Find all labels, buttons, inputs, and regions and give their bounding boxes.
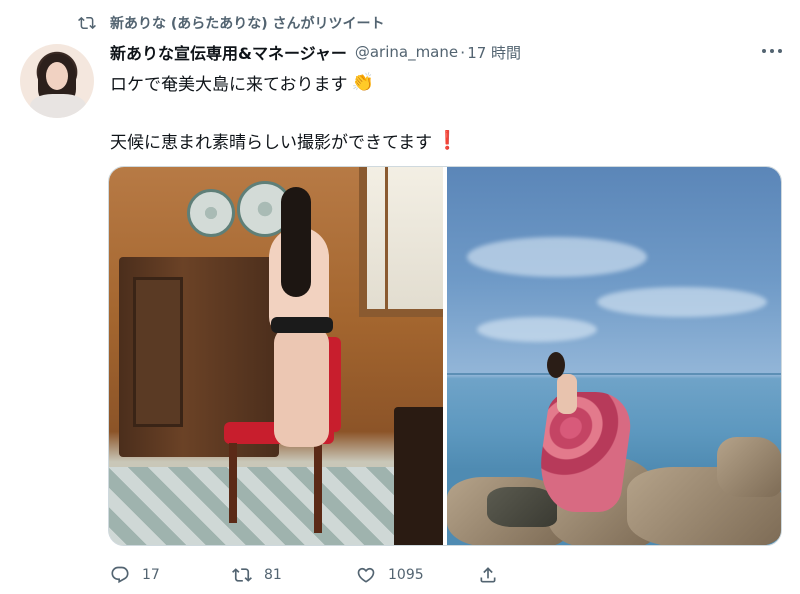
author-handle[interactable]: @arina_mane: [355, 43, 458, 61]
clapping-hands-icon: 👏: [351, 71, 374, 93]
tweet-text-2: 天候に恵まれ素晴らしい撮影ができてます: [110, 132, 433, 153]
like-count: 1095: [388, 567, 424, 583]
tweet-time[interactable]: 17 時間: [467, 42, 521, 63]
share-icon: [480, 567, 496, 583]
tweet-actions: 17 81 1095: [110, 562, 670, 588]
photo-2[interactable]: [447, 167, 781, 545]
retweet-button[interactable]: 81: [232, 565, 282, 585]
reply-button[interactable]: 17: [110, 565, 160, 585]
separator-dot: ·: [460, 42, 466, 62]
retweet-context[interactable]: 新ありな (あらたありな) さんがリツイート: [76, 12, 385, 34]
window-image: [359, 167, 443, 317]
woman-image: [533, 352, 636, 527]
avatar[interactable]: [20, 44, 94, 118]
fan-image: [187, 189, 235, 237]
like-button[interactable]: 1095: [356, 565, 424, 585]
media-grid: [108, 166, 782, 546]
table-image: [394, 407, 443, 545]
retweet-label: 新ありな (あらたありな) さんがリツイート: [110, 16, 385, 32]
tweet-text-line-1: ロケで奄美大島に来ております 👏: [110, 70, 374, 95]
heart-icon: [357, 567, 375, 583]
retweet-count: 81: [264, 567, 282, 583]
checkered-floor: [109, 467, 443, 545]
share-button[interactable]: [478, 565, 510, 585]
reply-count: 17: [142, 567, 160, 583]
tweet-header: 新ありな宣伝専用&マネージャー @arina_mane · 17 時間: [110, 40, 521, 64]
author-name[interactable]: 新ありな宣伝専用&マネージャー: [110, 40, 347, 64]
retweet-icon: [232, 568, 252, 582]
tweet-text-1: ロケで奄美大島に来ております: [110, 74, 348, 95]
person-image: [249, 187, 339, 457]
tweet-text-line-2: 天候に恵まれ素晴らしい撮影ができてます ❗: [110, 128, 459, 153]
reply-icon: [111, 566, 129, 584]
exclamation-icon: ❗: [436, 129, 459, 151]
retweet-icon: [78, 16, 96, 30]
photo-1[interactable]: [109, 167, 443, 545]
more-options-icon[interactable]: [762, 44, 782, 58]
